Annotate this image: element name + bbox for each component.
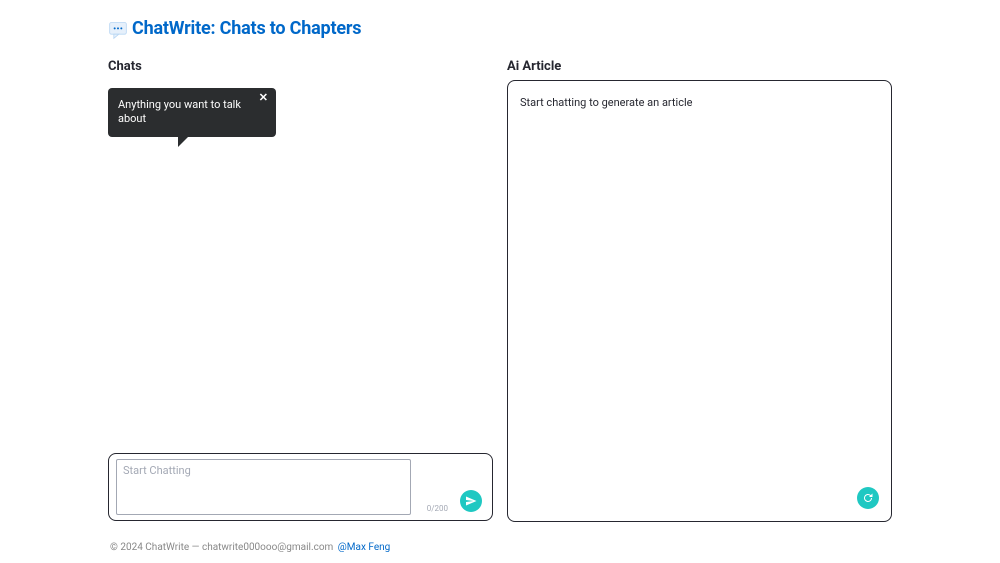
send-button[interactable]: [460, 490, 482, 512]
footer-copyright: © 2024 ChatWrite — chatwrite000ooo@gmail…: [110, 542, 333, 553]
refresh-icon: [862, 492, 874, 504]
refresh-button[interactable]: [857, 487, 879, 509]
footer: © 2024 ChatWrite — chatwrite000ooo@gmail…: [110, 542, 390, 553]
app-title-row: ChatWrite: Chats to Chapters: [108, 18, 892, 39]
intro-tooltip: Anything you want to talk about ✕: [108, 88, 276, 137]
close-icon[interactable]: ✕: [255, 89, 272, 107]
article-placeholder: Start chatting to generate an article: [520, 95, 879, 110]
article-title: Ai Article: [507, 59, 892, 74]
footer-author-link[interactable]: @Max Feng: [338, 542, 390, 553]
chat-input[interactable]: [116, 459, 411, 515]
article-pane: Start chatting to generate an article: [507, 80, 892, 522]
paper-plane-icon: [465, 495, 477, 507]
chats-title: Chats: [108, 59, 493, 74]
app-title: ChatWrite: Chats to Chapters: [132, 18, 361, 39]
chat-bubble-icon: [108, 20, 128, 40]
chat-input-container: 0/200: [108, 453, 493, 521]
char-counter: 0/200: [427, 504, 448, 513]
tooltip-text: Anything you want to talk about: [118, 98, 241, 125]
